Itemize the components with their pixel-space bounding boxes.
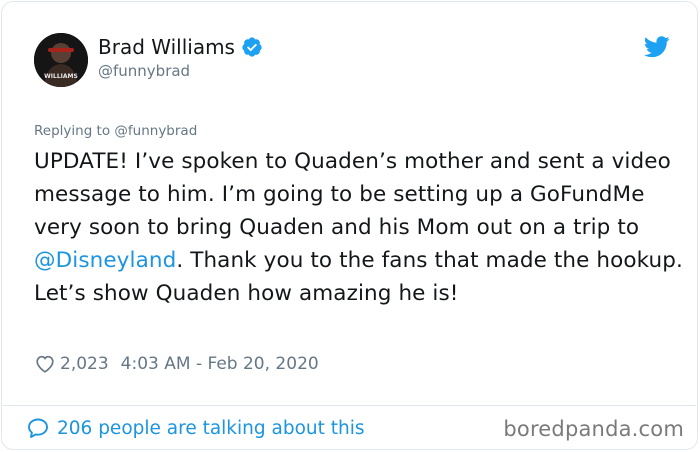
speech-bubble-icon	[26, 416, 50, 440]
author-name-row: Brad Williams	[98, 34, 263, 60]
conversation-label: 206 people are talking about this	[57, 417, 365, 439]
replying-to-label[interactable]: Replying to @funnybrad	[34, 122, 197, 140]
author-handle[interactable]: @funnybrad	[98, 61, 190, 81]
twitter-bird-icon[interactable]	[643, 36, 670, 58]
tweet-card: WILLIAMS Brad Williams @funnybrad Replyi…	[1, 1, 698, 450]
tweet-text: UPDATE! I’ve spoken to Quaden’s mother a…	[34, 145, 684, 310]
tweet-text-part-1: UPDATE! I’ve spoken to Quaden’s mother a…	[34, 149, 671, 240]
like-count[interactable]: 2,023	[60, 354, 109, 374]
conversation-link[interactable]: 206 people are talking about this	[26, 416, 365, 440]
avatar-caption: WILLIAMS	[44, 73, 78, 80]
heart-icon[interactable]	[34, 353, 56, 375]
footer-divider	[3, 405, 696, 406]
tweet-meta-row: 2,023 4:03 AM - Feb 20, 2020	[34, 353, 319, 375]
verified-badge-icon	[241, 36, 263, 58]
avatar-image: WILLIAMS	[34, 33, 88, 87]
watermark-text: boredpanda.com	[503, 417, 684, 441]
author-display-name[interactable]: Brad Williams	[98, 34, 235, 60]
mention-link[interactable]: @Disneyland	[34, 248, 176, 273]
avatar[interactable]: WILLIAMS	[34, 33, 88, 87]
tweet-timestamp[interactable]: 4:03 AM - Feb 20, 2020	[121, 354, 319, 374]
